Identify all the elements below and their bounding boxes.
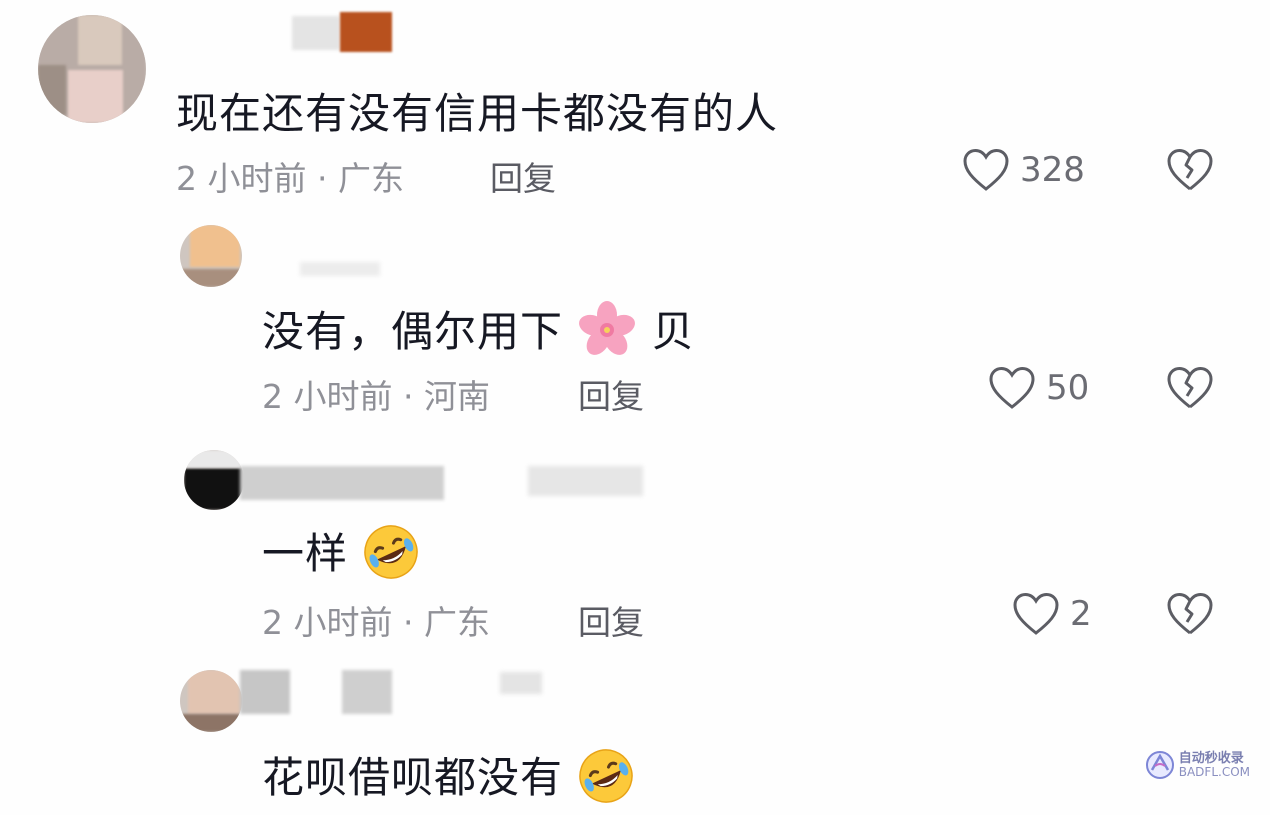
like-button[interactable]: 2 [1012, 592, 1092, 636]
username-redacted[interactable] [292, 16, 340, 50]
comment-text: 一样 [262, 520, 420, 591]
like-count: 2 [1070, 594, 1092, 634]
reply-button[interactable]: 回复 [490, 152, 556, 200]
avatar[interactable] [38, 15, 146, 123]
comment-text-part: 一样 [262, 529, 349, 578]
comment-meta: 2 小时前 · 广东 [176, 159, 404, 198]
watermark-line2: BADFL.COM [1178, 764, 1250, 779]
avatar[interactable] [184, 450, 244, 510]
cherry-blossom-icon [577, 300, 637, 370]
rolling-laughing-icon [577, 747, 635, 815]
comment-text-part: 花呗借呗都没有 [262, 753, 564, 802]
username-redacted [240, 466, 444, 500]
comment-text: 没有，偶尔用下 贝 [262, 298, 695, 370]
broken-heart-icon[interactable] [1166, 148, 1214, 192]
watermark-text: 自动秒收录 BADFL.COM [1178, 750, 1250, 779]
username-redacted [500, 672, 542, 694]
like-count: 50 [1046, 368, 1090, 408]
like-button[interactable]: 50 [988, 366, 1089, 410]
avatar[interactable] [180, 670, 242, 732]
comment-meta: 2 小时前 · 河南 [262, 377, 490, 416]
username-redacted [240, 670, 290, 714]
watermark-logo-icon [1145, 750, 1175, 780]
username-redacted [528, 466, 643, 496]
heart-outline-icon [1012, 592, 1060, 636]
heart-outline-icon [962, 148, 1010, 192]
comment-text-part: 没有，偶尔用下 [262, 307, 564, 356]
broken-heart-icon[interactable] [1166, 592, 1214, 636]
comment-meta: 2 小时前 · 广东 [262, 603, 490, 642]
watermark: 自动秒收录 BADFL.COM [1145, 750, 1250, 780]
like-button[interactable]: 328 [962, 148, 1085, 192]
comment-text-part: 贝 [651, 307, 695, 356]
watermark-line1: 自动秒收录 [1178, 750, 1244, 766]
comment-text: 花呗借呗都没有 [262, 744, 635, 815]
heart-outline-icon [988, 366, 1036, 410]
avatar[interactable] [180, 225, 242, 287]
comment-text: 现在还有没有信用卡都没有的人 [176, 89, 779, 138]
username-redacted [342, 670, 392, 714]
username-redacted [300, 262, 380, 276]
reply-button[interactable]: 回复 [578, 370, 644, 418]
reply-button[interactable]: 回复 [578, 596, 644, 644]
like-count: 328 [1020, 150, 1085, 190]
rolling-laughing-icon [362, 523, 420, 591]
username-redacted [340, 12, 392, 52]
broken-heart-icon[interactable] [1166, 366, 1214, 410]
